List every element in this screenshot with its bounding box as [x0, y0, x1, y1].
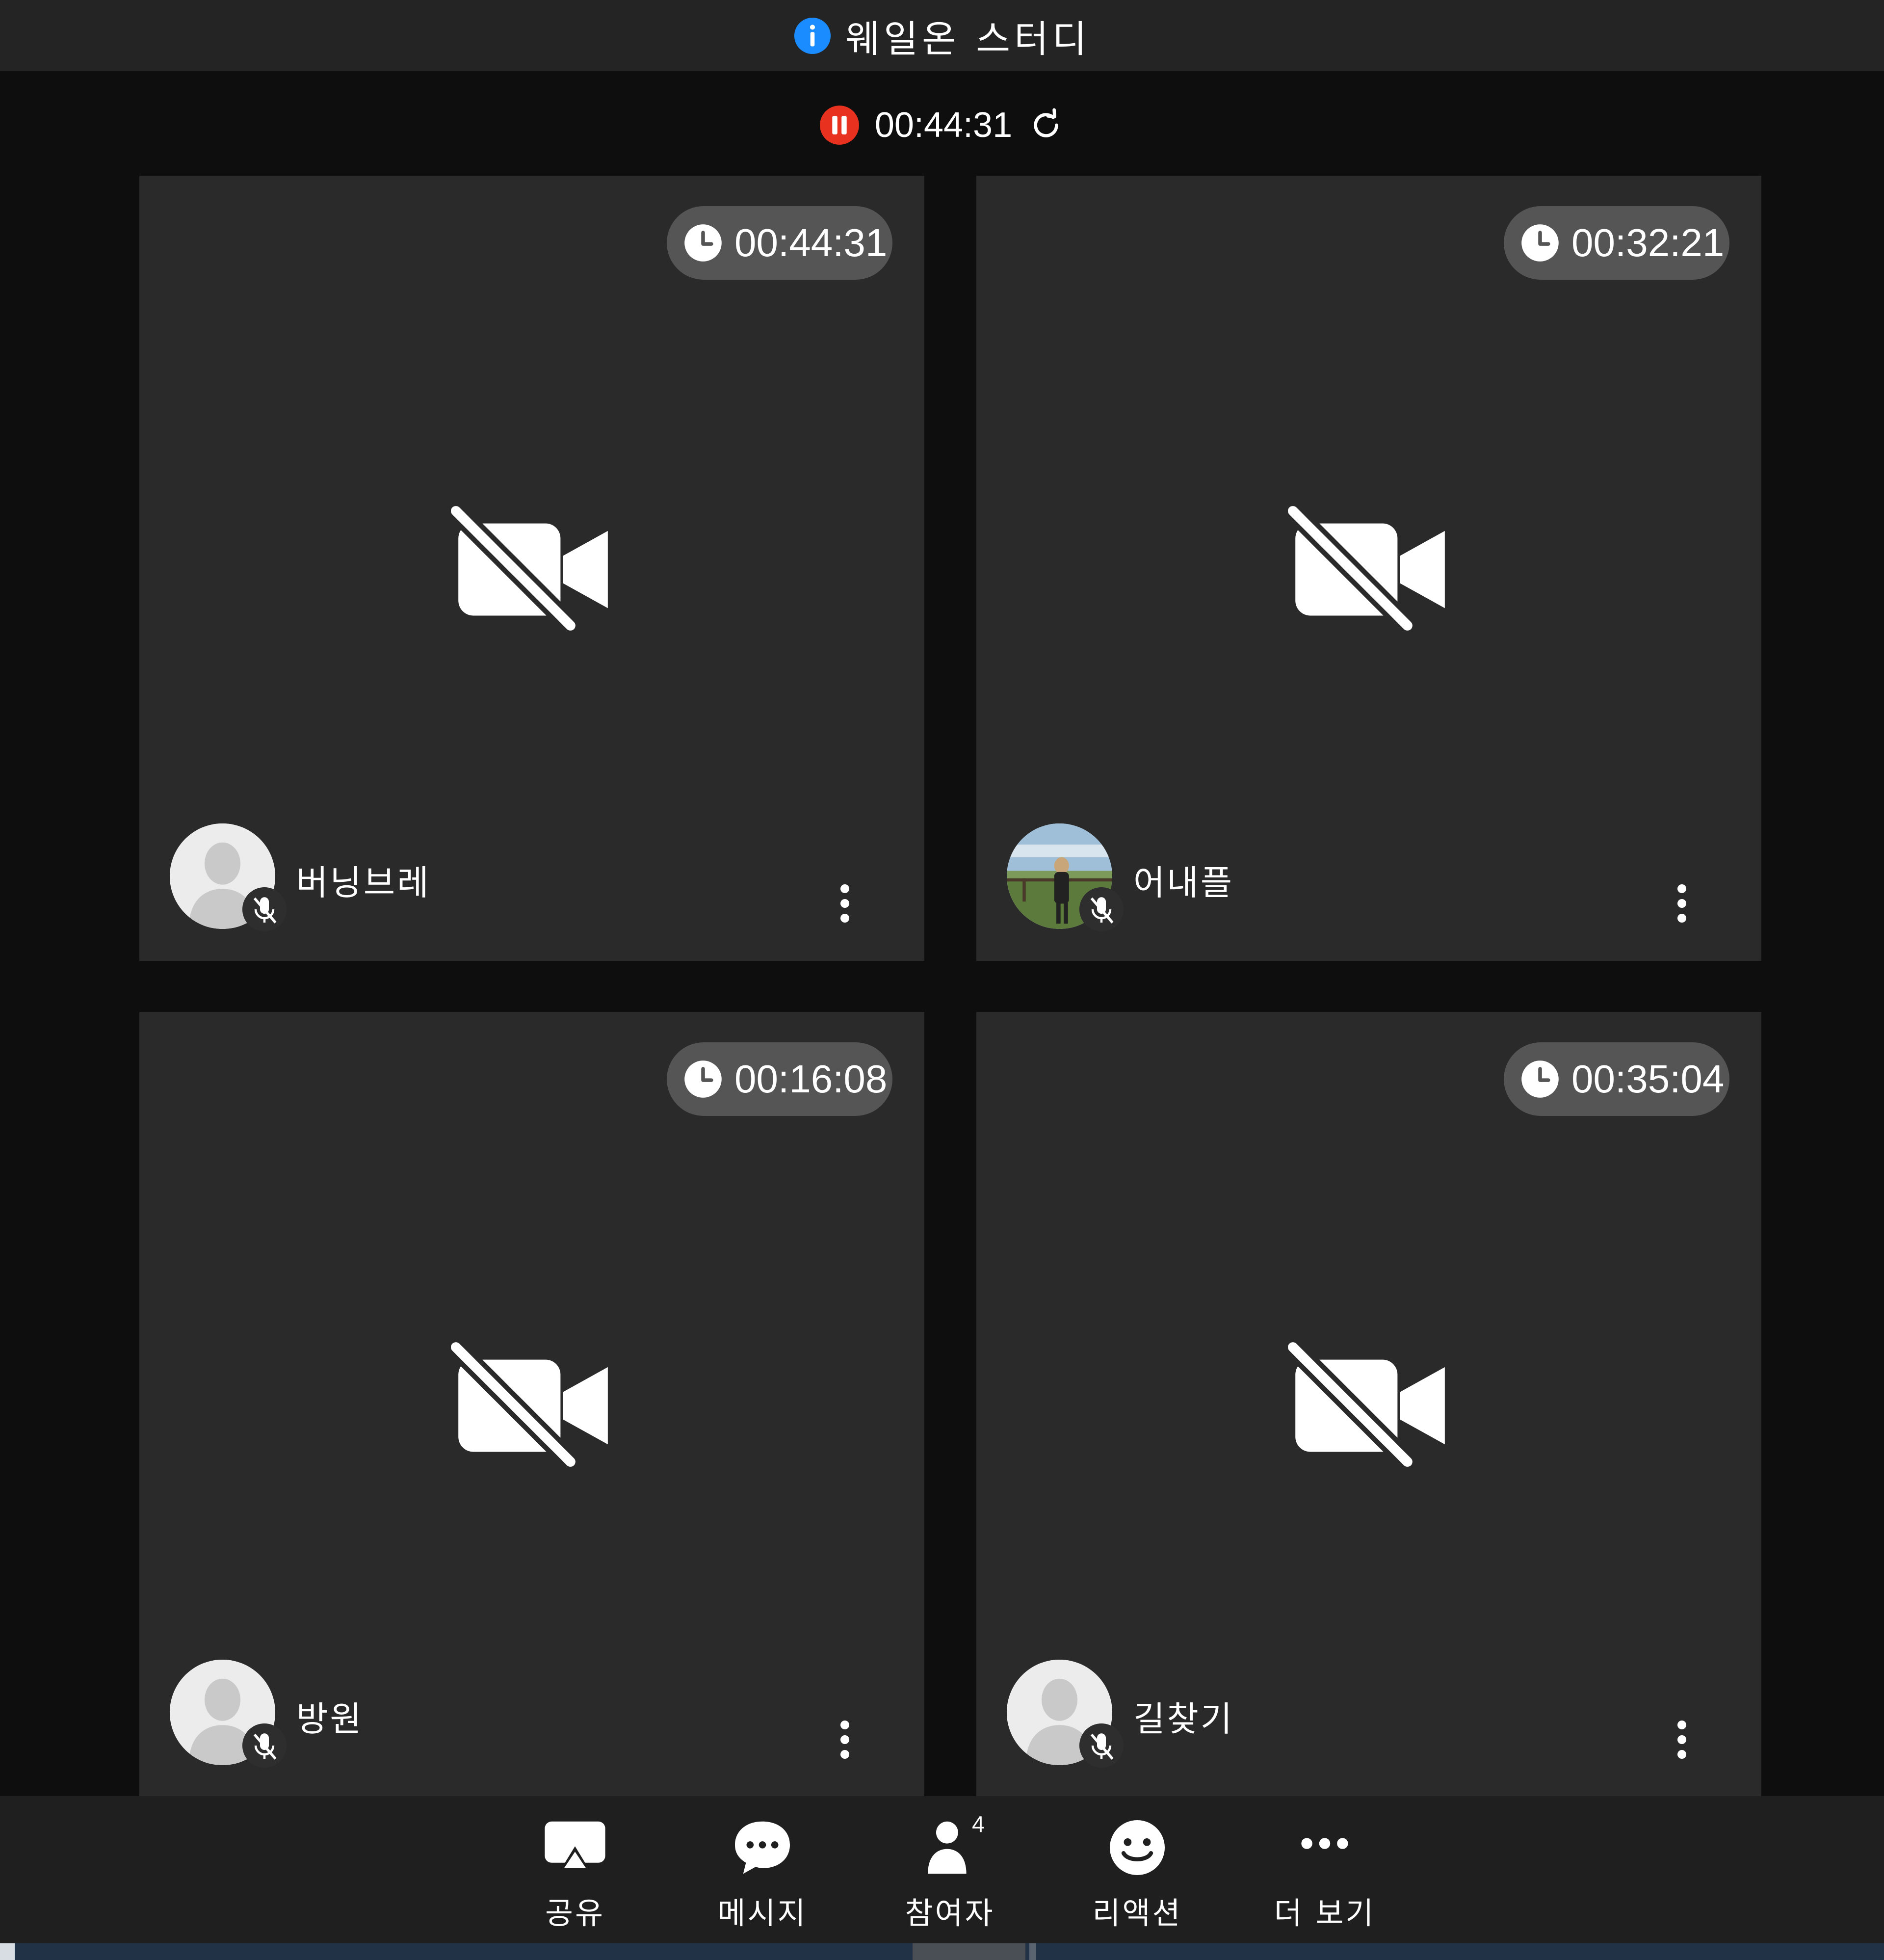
clock-icon	[1521, 224, 1559, 262]
more-label: 더 보기	[1274, 1895, 1376, 1931]
meeting-toolbar: 공유 메시지 4 참여자 리액션 더 보기	[0, 1796, 1884, 1943]
message-label: 메시지	[717, 1895, 808, 1931]
duration-badge: 00:32:21	[1504, 206, 1729, 280]
reaction-button[interactable]: 리액션	[1059, 1796, 1216, 1943]
info-icon[interactable]	[793, 17, 832, 55]
os-taskbar	[0, 1943, 1884, 1960]
more-horizontal-icon	[1301, 1838, 1348, 1849]
duration-text: 00:35:04	[1571, 1057, 1725, 1101]
camera-off-icon	[1288, 1341, 1445, 1468]
mic-off-icon	[1079, 1723, 1124, 1768]
participant-name: 길찾기	[1133, 1699, 1234, 1739]
reaction-label: 리액션	[1092, 1895, 1182, 1931]
screen-share-icon	[545, 1821, 605, 1871]
clock-icon	[684, 224, 722, 262]
participants-label: 참여자	[905, 1895, 995, 1931]
mic-off-icon	[1079, 887, 1124, 931]
meeting-title: 웨일온 스터디	[845, 17, 1091, 61]
participant-name: 어내플	[1133, 863, 1234, 903]
participant-tile[interactable]: 00:16:08 방원	[139, 1012, 924, 1796]
mic-off-icon	[242, 887, 287, 931]
duration-text: 00:32:21	[1571, 221, 1725, 265]
clock-icon	[684, 1060, 722, 1098]
recording-status: 00:44:31	[0, 98, 1884, 152]
more-options-icon[interactable]	[835, 881, 855, 926]
duration-badge: 00:35:04	[1504, 1042, 1729, 1116]
camera-off-icon	[451, 504, 608, 632]
duration-badge: 00:44:31	[667, 206, 892, 280]
participant-tile[interactable]: 00:44:31 버닝브레	[139, 176, 924, 961]
participants-button[interactable]: 4 참여자	[871, 1796, 1028, 1943]
share-label: 공유	[545, 1895, 605, 1931]
clock-icon	[1521, 1060, 1559, 1098]
duration-text: 00:44:31	[734, 221, 888, 265]
pause-recording-icon[interactable]	[819, 105, 860, 146]
taskbar-divider	[1029, 1943, 1036, 1960]
share-button[interactable]: 공유	[497, 1796, 654, 1943]
mic-off-icon	[242, 1723, 287, 1768]
message-button[interactable]: 메시지	[684, 1796, 841, 1943]
chat-bubble-icon	[735, 1821, 790, 1874]
taskbar-item[interactable]	[913, 1943, 1025, 1960]
participant-name: 방원	[296, 1699, 364, 1739]
smile-icon	[1110, 1820, 1165, 1875]
more-options-icon[interactable]	[835, 1718, 855, 1762]
participants-count-badge: 4	[972, 1811, 985, 1837]
participant-tile[interactable]: 00:32:21 어내플	[976, 176, 1761, 961]
duration-text: 00:16:08	[734, 1057, 888, 1101]
refresh-icon[interactable]	[1027, 106, 1065, 144]
duration-badge: 00:16:08	[667, 1042, 892, 1116]
taskbar-edge	[0, 1943, 15, 1960]
recording-time: 00:44:31	[874, 106, 1013, 145]
participant-name: 버닝브레	[296, 863, 431, 903]
participant-tile[interactable]: 00:35:04 길찾기	[976, 1012, 1761, 1796]
more-options-icon[interactable]	[1672, 881, 1692, 926]
camera-off-icon	[451, 1341, 608, 1468]
window-titlebar: 웨일온 스터디	[0, 0, 1884, 71]
more-button[interactable]: 더 보기	[1246, 1796, 1403, 1943]
more-options-icon[interactable]	[1672, 1718, 1692, 1762]
camera-off-icon	[1288, 504, 1445, 632]
